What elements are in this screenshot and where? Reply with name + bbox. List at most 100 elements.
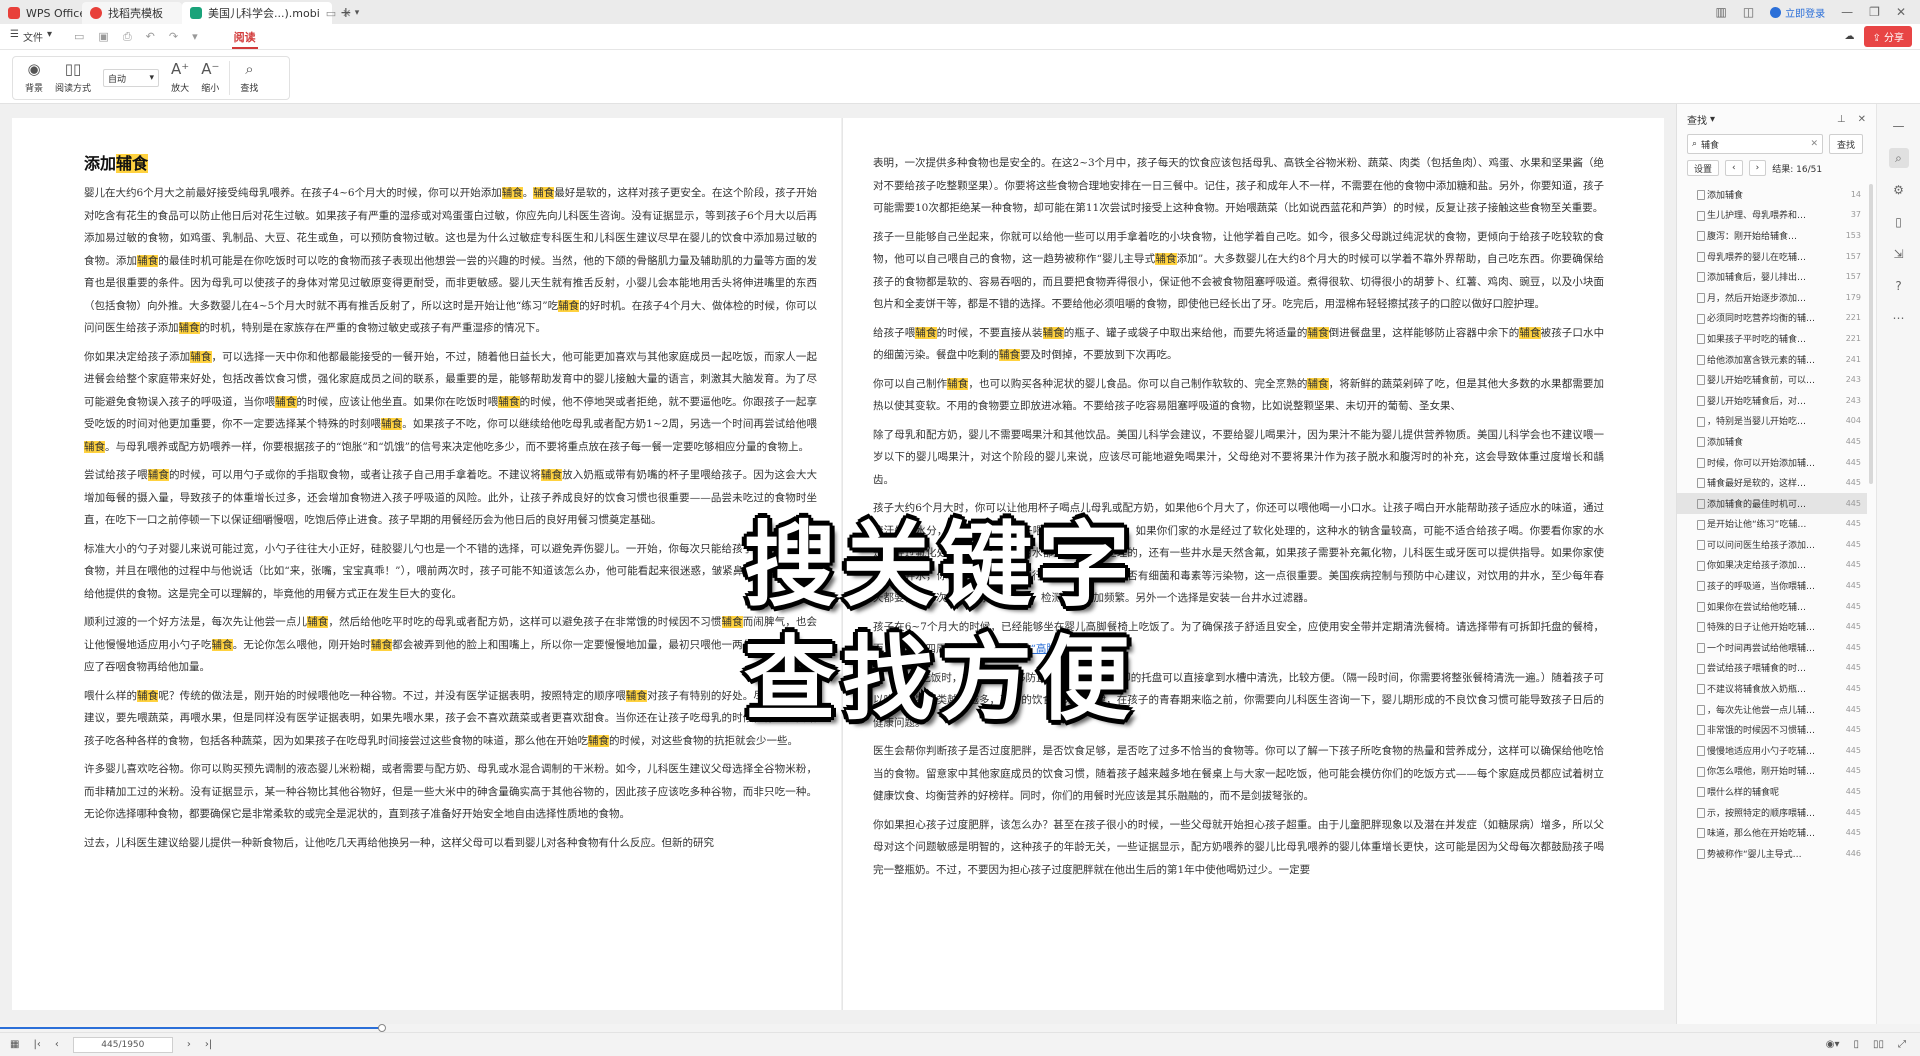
redo-icon[interactable]: ↷ [169, 30, 178, 44]
minimize-icon[interactable]: — [1841, 5, 1853, 19]
skin-icon[interactable]: ◫ [1743, 5, 1754, 19]
search-result-item[interactable]: 添加辅食 14 [1677, 184, 1867, 205]
search-result-item[interactable]: 一个时间再尝试给他喂辅… 445 [1677, 637, 1867, 658]
search-result-item[interactable]: 辅食最好是软的，这样… 445 [1677, 472, 1867, 493]
search-result-item[interactable]: 慢慢地适应用小勺子吃辅… 445 [1677, 740, 1867, 761]
search-result-item[interactable]: 可以问问医生给孩子添加… 445 [1677, 534, 1867, 555]
cloud-icon[interactable]: ☁ [1844, 31, 1854, 42]
search-result-item[interactable]: 给他添加富含铁元素的辅… 241 [1677, 349, 1867, 370]
next-page-icon[interactable]: › [187, 1039, 191, 1050]
search-result-item[interactable]: 婴儿开始吃辅食前，可以… 243 [1677, 369, 1867, 390]
search-result-item[interactable]: 势被称作“婴儿主导式… 446 [1677, 843, 1867, 864]
search-result-item[interactable]: 添加辅食后，婴儿排出… 157 [1677, 266, 1867, 287]
pin-icon[interactable]: ⊥ [1837, 114, 1846, 125]
first-page-icon[interactable]: |‹ [33, 1039, 40, 1050]
tab-wps-office[interactable]: WPS Office [0, 2, 86, 24]
search-result-page: 445 [1845, 622, 1861, 632]
share-button[interactable]: ⇪ 分享 [1864, 26, 1912, 47]
search-result-item[interactable]: 味道，那么他在开始吃辅… 445 [1677, 822, 1867, 843]
tab-read[interactable]: 阅读 [231, 25, 258, 49]
progress-fill [0, 1027, 383, 1029]
search-result-item[interactable]: 如果孩子平时吃的辅食… 221 [1677, 328, 1867, 349]
last-page-icon[interactable]: ›| [205, 1039, 212, 1050]
close-window-icon[interactable]: ✕ [1896, 5, 1906, 19]
collapse-icon[interactable]: — [1889, 116, 1909, 136]
search-result-item[interactable]: 示，按照特定的顺序喂辅… 445 [1677, 802, 1867, 823]
progress-handle[interactable] [378, 1024, 387, 1032]
search-result-item[interactable]: 你如果决定给孩子添加… 445 [1677, 555, 1867, 576]
search-result-text: 尝试给孩子喂辅食的时… [1707, 664, 1807, 675]
double-page-icon[interactable]: ▯▯ [1873, 1039, 1884, 1050]
search-result-item[interactable]: ，特别是当婴儿开始吃… 404 [1677, 411, 1867, 432]
fullscreen-icon[interactable]: ⤢ [1898, 1039, 1906, 1050]
search-result-item[interactable]: 喂什么样的辅食呢 445 [1677, 781, 1867, 802]
search-result-item[interactable]: 时候，你可以开始添加辅… 445 [1677, 452, 1867, 473]
more-icon[interactable]: ⋯ [1889, 308, 1909, 328]
save-icon[interactable]: ▣ [98, 30, 108, 44]
keyword-highlight: 辅食 [370, 638, 393, 651]
tab-current-document[interactable]: 美国儿科学会...).mobi ▭ ✕ [182, 2, 351, 24]
search-input[interactable]: ⌕ 辅食 ✕ [1687, 134, 1823, 154]
search-settings-button[interactable]: 设置 [1687, 160, 1720, 176]
search-icon[interactable]: ⌕ [1888, 148, 1909, 168]
zoom-select[interactable]: 自动 ▾ [103, 69, 160, 87]
search-result-item[interactable]: 腹泻：刚开始给辅食… 153 [1677, 225, 1867, 246]
open-folder-icon[interactable]: ▭ [74, 30, 84, 44]
background-button[interactable]: ◉ 背景 [19, 62, 49, 95]
toc-icon[interactable]: ▦ [10, 1039, 19, 1050]
search-result-item[interactable]: 是开始让他“练习”吃辅… 445 [1677, 514, 1867, 535]
search-result-item[interactable]: 尝试给孩子喂辅食的时… 445 [1677, 658, 1867, 679]
login-button[interactable]: 立即登录 [1770, 5, 1825, 20]
keyword-highlight: 辅食 [533, 187, 555, 199]
search-result-item[interactable]: 添加辅食 445 [1677, 431, 1867, 452]
zoom-out-button[interactable]: A⁻ 缩小 [195, 62, 225, 95]
search-result-page: 404 [1845, 416, 1861, 426]
more-chevron-icon[interactable]: ▾ [192, 30, 198, 44]
next-result-button[interactable]: › [1748, 160, 1767, 176]
read-mode-button[interactable]: ▯▯ 阅读方式 [49, 62, 97, 95]
results-scrollbar[interactable] [1869, 184, 1873, 484]
page-number-input[interactable]: 445/1950 [72, 1036, 173, 1053]
search-submit-button[interactable]: 查找 [1829, 134, 1864, 154]
close-icon[interactable]: ✕ [1858, 114, 1866, 125]
single-page-icon[interactable]: ▯ [1853, 1039, 1859, 1050]
reading-progress-bar[interactable] [0, 1024, 1676, 1032]
restore-icon[interactable]: ❐ [1869, 5, 1880, 19]
search-result-item[interactable]: 非常饿的时候因不习惯辅… 445 [1677, 719, 1867, 740]
export-icon[interactable]: ⇲ [1889, 244, 1909, 264]
zoom-in-button[interactable]: A⁺ 放大 [165, 62, 195, 95]
clear-icon[interactable]: ✕ [1810, 139, 1818, 149]
new-tab-button[interactable]: + ▾ [332, 2, 367, 24]
paragraph: 许多婴儿喜欢吃谷物。你可以购买预先调制的液态婴儿米粉糊，或者需要与配方奶、母乳或… [84, 763, 817, 820]
help-icon[interactable]: ? [1889, 276, 1909, 296]
search-result-item[interactable]: 婴儿开始吃辅食后，对… 243 [1677, 390, 1867, 411]
search-result-item[interactable]: 月，然后开始逐步添加… 179 [1677, 287, 1867, 308]
print-icon[interactable]: ⎙ [123, 30, 132, 44]
layout-icon[interactable]: ▥ [1715, 5, 1726, 19]
search-result-page: 445 [1845, 560, 1861, 570]
previous-result-button[interactable]: ‹ [1725, 160, 1743, 176]
previous-page-icon[interactable]: ‹ [55, 1039, 59, 1050]
search-result-item[interactable]: ，每次先让他尝一点儿辅… 445 [1677, 699, 1867, 720]
search-panel-title[interactable]: 查找 [1687, 112, 1707, 127]
search-result-item[interactable]: 孩子的呼吸道，当你喂辅… 445 [1677, 575, 1867, 596]
search-result-item[interactable]: 特殊的日子让他开始吃辅… 445 [1677, 616, 1867, 637]
search-result-item[interactable]: 母乳喂养的婴儿在吃辅… 157 [1677, 246, 1867, 267]
search-result-item[interactable]: 你怎么喂他，刚开始时辅… 445 [1677, 761, 1867, 782]
file-menu[interactable]: ☰ 文件 ▾ [0, 29, 62, 44]
high-chair-link[interactable]: “高脚餐椅” [1031, 643, 1084, 655]
tab-template-store[interactable]: 找稻壳模板 [82, 2, 182, 24]
eye-icon[interactable]: ◉▾ [1826, 1039, 1840, 1050]
search-result-page: 157 [1845, 272, 1861, 282]
bookmark-icon[interactable]: ▯ [1889, 212, 1909, 232]
undo-icon[interactable]: ↶ [146, 30, 155, 44]
settings-icon[interactable]: ⚙ [1889, 180, 1909, 200]
search-result-item[interactable]: 添加辅食的最佳时机可… 445 [1677, 492, 1867, 514]
search-result-item[interactable]: 如果你在尝试给他吃辅… 445 [1677, 596, 1867, 617]
search-result-text: 势被称作“婴儿主导式… [1707, 849, 1802, 860]
search-result-item[interactable]: 不建议将辅食放入奶瓶… 445 [1677, 678, 1867, 699]
search-results-list: 添加辅食 14 生儿护理、母乳喂养和… 37 腹泻：刚开始给辅食… 153 母乳喂养的婴儿在… [1677, 184, 1867, 1024]
search-result-item[interactable]: 必须同时吃营养均衡的辅… 221 [1677, 308, 1867, 329]
find-button[interactable]: ⌕ 查找 [234, 62, 264, 95]
search-result-item[interactable]: 生儿护理、母乳喂养和… 37 [1677, 205, 1867, 226]
